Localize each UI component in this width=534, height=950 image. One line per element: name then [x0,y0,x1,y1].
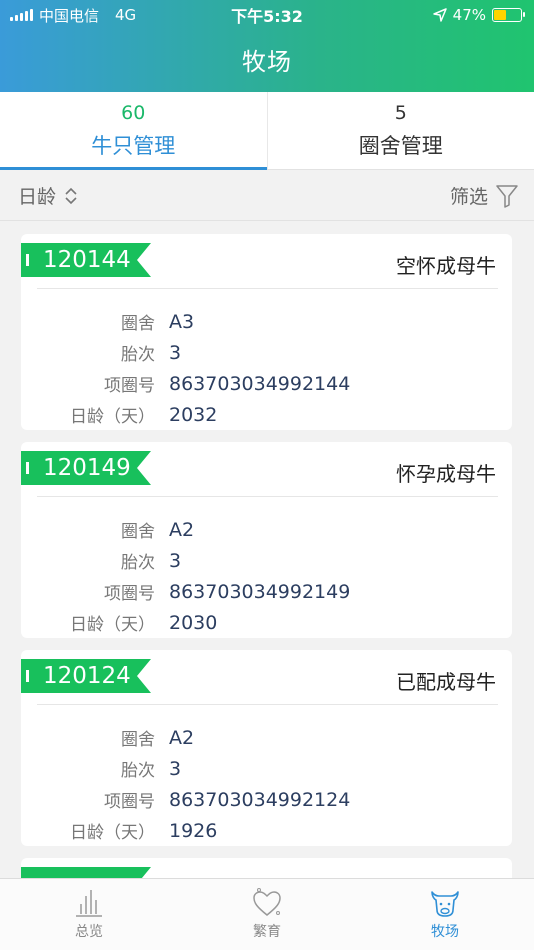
detail-row-collar: 项圈号 86370303499214​4 [21,368,512,399]
age-value: 2032 [169,403,218,426]
battery-icon [492,8,525,22]
funnel-icon [496,184,518,208]
battery-percent: 47% [452,6,486,24]
detail-row-pen: 圈舍 A2 [21,514,512,545]
nav-overview[interactable]: 总览 [0,879,178,950]
pen-value: A2 [169,726,195,749]
cattle-card[interactable]: 120124 已配成母牛 圈舍 A2 胎次 3 项圈号 863703034992124… [21,650,512,846]
pen-label: 圈舍 [121,522,155,542]
bottom-nav: 总览 繁育 牧场 [0,878,534,950]
carrier-name: 中国电信 [39,6,100,25]
age-value: 1926 [169,819,218,842]
signal-icon [10,9,33,21]
pen-label: 圈舍 [121,314,155,334]
ear-tag-badge: 120124 [21,659,151,693]
card-details: 圈舍 A2 胎次 3 项圈号 863703034992124 日龄（天） 1926 [21,722,512,846]
detail-row-pen: 圈舍 A3 [21,306,512,337]
collar-value: 863703034992124 [169,788,351,811]
filter-button[interactable]: 筛选 [450,182,518,209]
status-right: 47% [432,6,525,24]
tab-pen-management[interactable]: 5 圈舍管理 [268,92,534,169]
parity-value: 3 [169,341,182,364]
detail-row-age: 日龄（天） 1926 [21,815,512,846]
tab-bar: 60 牛只管理 5 圈舍管理 [0,92,534,170]
detail-row-parity: 胎次 3 [21,753,512,784]
nav-label: 牧场 [431,924,459,940]
card-details: 圈舍 A3 胎次 3 项圈号 86370303499214​4 日龄（天） 2032 [21,306,512,430]
pen-value: A3 [169,310,195,333]
ear-tag-badge: 120149 [21,451,151,485]
parity-value: 3 [169,549,182,572]
page-title: 牧场 [242,48,292,76]
location-arrow-icon [432,8,447,22]
tab-label: 牛只管理 [91,134,176,158]
card-divider [37,288,498,289]
detail-row-age: 日龄（天） 2030 [21,607,512,638]
cattle-status: 怀孕成母牛 [396,462,496,486]
age-value: 2030 [169,611,218,634]
parity-label: 胎次 [121,761,155,781]
cattle-id: 120144 [43,247,131,273]
collar-label: 项圈号 [104,376,155,396]
nav-ranch[interactable]: 牧场 [356,879,534,950]
detail-row-parity: 胎次 3 [21,545,512,576]
nav-breeding[interactable]: 繁育 [178,879,356,950]
sort-filter-bar: 日龄 筛选 [0,171,534,221]
sort-age-button[interactable]: 日龄 [18,182,78,209]
cattle-status: 空怀成母牛 [396,254,496,278]
tab-count: 60 [121,102,146,124]
chart-bars-icon [76,890,102,917]
age-label: 日龄（天） [70,823,155,843]
detail-row-age: 日龄（天） 2032 [21,399,512,430]
detail-row-pen: 圈舍 A2 [21,722,512,753]
status-left: 中国电信 4G [10,5,136,26]
cattle-list: 120144 空怀成母牛 圈舍 A3 胎次 3 项圈号 86370303499214​… [21,234,512,930]
pen-value: A2 [169,518,195,541]
app-header: 中国电信 4G 下午5:32 47% 牧场 [0,0,534,92]
detail-row-collar: 项圈号 863703034992149 [21,576,512,607]
nav-label: 总览 [75,924,103,940]
battery-fill [494,10,507,20]
collar-label: 项圈号 [104,792,155,812]
sort-updown-icon [65,187,77,204]
network-type: 4G [115,6,137,24]
cattle-card[interactable]: 120149 怀孕成母牛 圈舍 A2 胎次 3 项圈号 863703034992149… [21,442,512,638]
tab-count: 5 [394,102,407,124]
cattle-card[interactable]: 120144 空怀成母牛 圈舍 A3 胎次 3 项圈号 86370303499214​… [21,234,512,430]
cattle-id: 120124 [43,663,131,689]
collar-label: 项圈号 [104,584,155,604]
detail-row-collar: 项圈号 863703034992124 [21,784,512,815]
collar-value: 863703034992149 [169,580,351,603]
ear-tag-badge: 120144 [21,243,151,277]
card-divider [37,496,498,497]
status-bar: 中国电信 4G 下午5:32 47% [0,0,534,30]
cow-icon [431,891,459,917]
nav-label: 繁育 [253,924,281,940]
age-label: 日龄（天） [70,615,155,635]
sort-label: 日龄 [18,186,57,208]
parity-label: 胎次 [121,345,155,365]
parity-label: 胎次 [121,553,155,573]
pen-label: 圈舍 [121,730,155,750]
filter-label: 筛选 [449,186,488,208]
collar-value: 86370303499214​4 [169,372,351,395]
detail-row-parity: 胎次 3 [21,337,512,368]
tab-cattle-management[interactable]: 60 牛只管理 [0,92,267,170]
cattle-id: 120149 [43,455,131,481]
age-label: 日龄（天） [70,407,155,427]
cattle-status: 已配成母牛 [396,670,496,694]
card-divider [37,704,498,705]
tab-label: 圈舍管理 [358,134,443,158]
tab-active-indicator [0,167,267,170]
parity-value: 3 [169,757,182,780]
heart-icon [253,888,281,916]
card-details: 圈舍 A2 胎次 3 项圈号 863703034992149 日龄（天） 2030 [21,514,512,638]
